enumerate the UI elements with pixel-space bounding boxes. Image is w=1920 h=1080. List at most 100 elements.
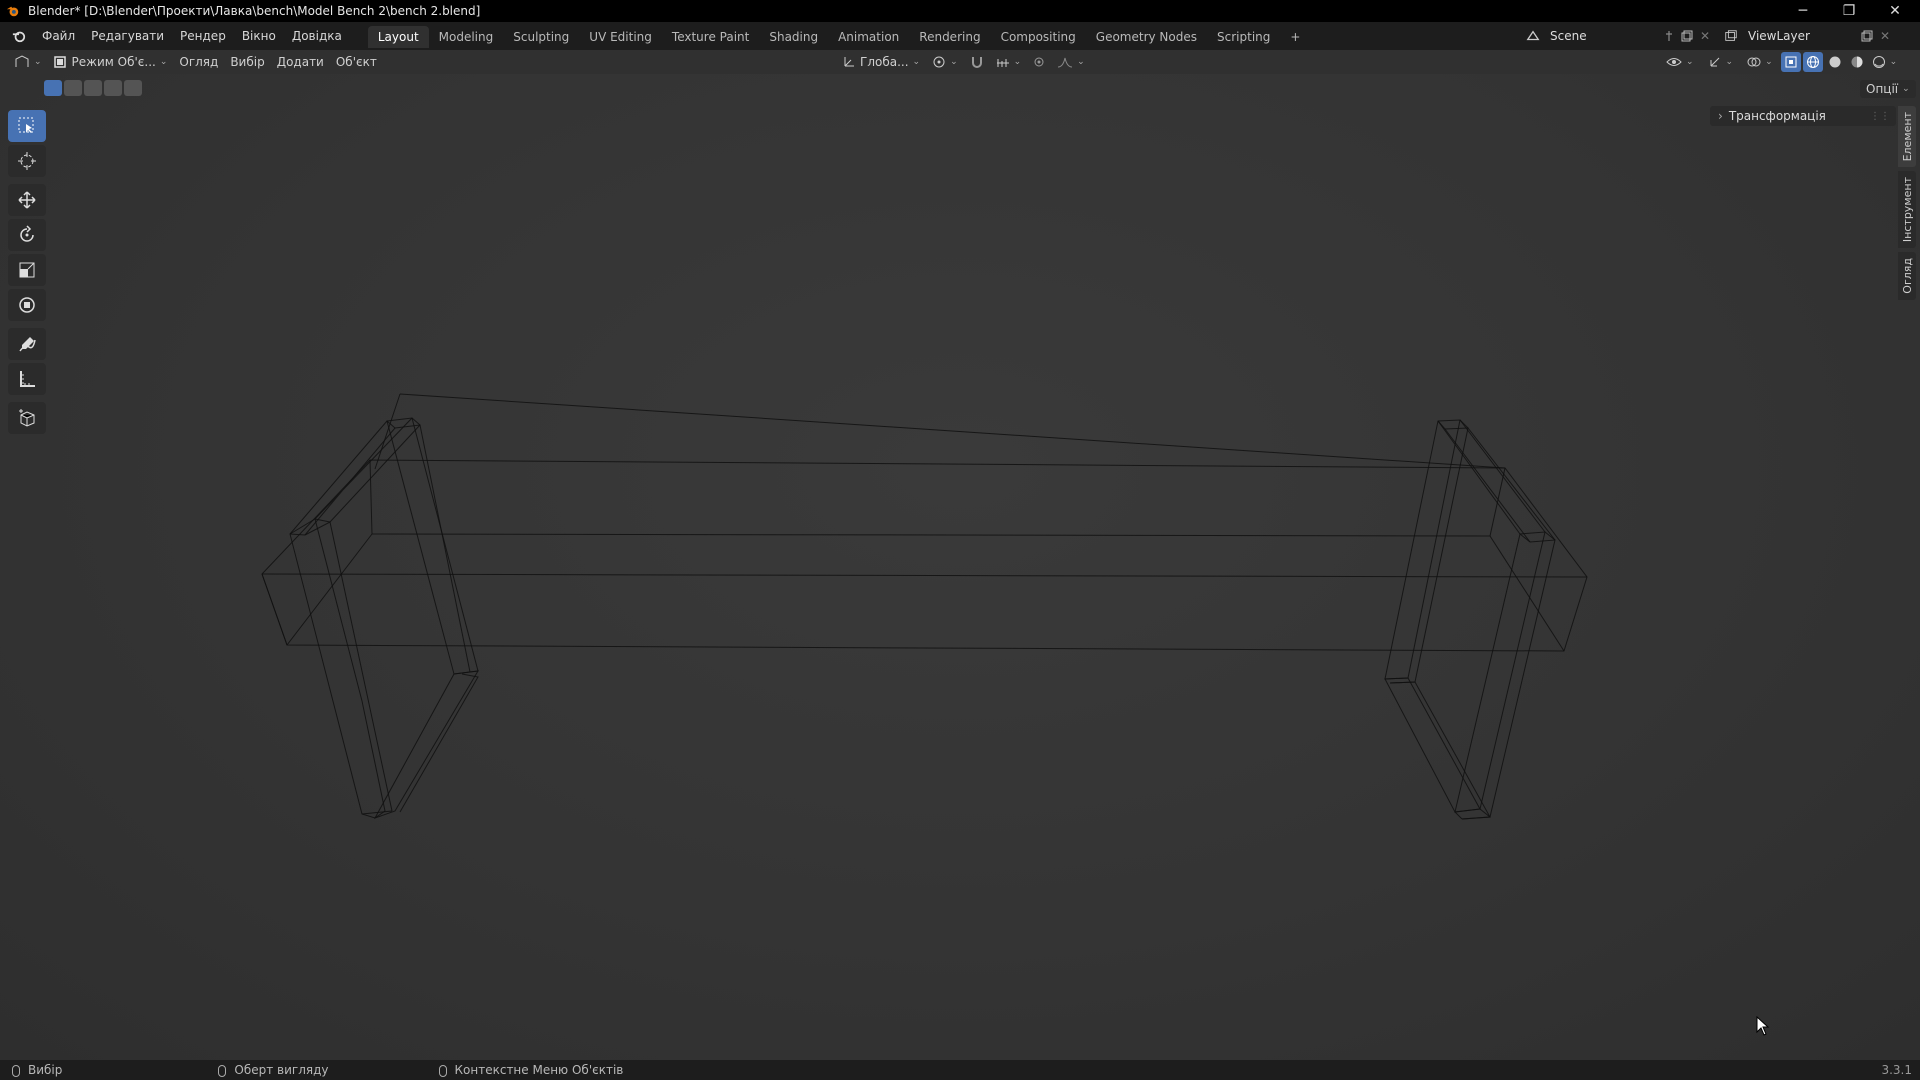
tab-modeling[interactable]: Modeling bbox=[429, 26, 504, 48]
shading-solid-button[interactable] bbox=[1825, 52, 1845, 72]
window-title: Blender* [D:\Blender\Проекти\Лавка\bench… bbox=[28, 4, 481, 18]
orientation-label: Глоба... bbox=[860, 55, 909, 69]
rendered-sphere-icon bbox=[1872, 56, 1885, 68]
overlays-toggle[interactable]: ⌄ bbox=[1741, 52, 1779, 72]
menu-edit[interactable]: Редагувати bbox=[83, 22, 172, 50]
chevron-right-icon: › bbox=[1718, 109, 1723, 123]
delete-scene-icon[interactable]: ✕ bbox=[1696, 27, 1714, 45]
tab-geometry-nodes[interactable]: Geometry Nodes bbox=[1086, 26, 1207, 48]
pivot-icon bbox=[933, 56, 945, 68]
menu-help[interactable]: Довідка bbox=[284, 22, 350, 50]
pivot-dropdown[interactable]: ⌄ bbox=[926, 52, 964, 72]
select-subtract-icon[interactable] bbox=[84, 80, 102, 96]
xray-toggle[interactable] bbox=[1780, 52, 1801, 72]
menu-render[interactable]: Рендер bbox=[172, 22, 234, 50]
tool-scale[interactable] bbox=[8, 254, 46, 286]
tool-shelf bbox=[8, 110, 50, 437]
solid-sphere-icon bbox=[1829, 56, 1841, 68]
overlay-icon bbox=[1747, 57, 1761, 67]
tool-annotate[interactable] bbox=[8, 328, 46, 360]
menu-view[interactable]: Огляд bbox=[173, 52, 224, 72]
tab-tool[interactable]: Інструмент bbox=[1898, 171, 1916, 249]
menu-object[interactable]: Об'єкт bbox=[330, 52, 383, 72]
options-label: Опції bbox=[1866, 82, 1899, 96]
blender-menu-icon[interactable] bbox=[10, 27, 28, 45]
tab-animation[interactable]: Animation bbox=[828, 26, 909, 48]
proportional-edit-icon bbox=[1034, 57, 1044, 67]
mode-dropdown[interactable]: Режим Об'є... ⌄ bbox=[48, 52, 174, 72]
minimize-icon: ─ bbox=[1798, 3, 1808, 19]
snap-toggle[interactable] bbox=[964, 52, 990, 72]
scale-icon bbox=[19, 262, 35, 278]
transform-icon bbox=[19, 297, 35, 313]
tool-add-cube[interactable] bbox=[8, 402, 46, 434]
tool-rotate[interactable] bbox=[8, 219, 46, 251]
bench-wireframe bbox=[261, 393, 1588, 820]
cursor-icon bbox=[18, 152, 36, 170]
scene-selector-icon[interactable] bbox=[1524, 27, 1542, 45]
tool-transform[interactable] bbox=[8, 289, 46, 321]
select-box-icon bbox=[18, 117, 34, 133]
shading-wireframe-button[interactable] bbox=[1802, 52, 1823, 72]
restore-icon: ❐ bbox=[1842, 3, 1856, 19]
shading-material-button[interactable] bbox=[1847, 52, 1867, 72]
viewport-header: ⌄ Режим Об'є... ⌄ Огляд Вибір Додати Об'є… bbox=[0, 50, 1920, 74]
menu-file[interactable]: Файл bbox=[34, 22, 83, 50]
tab-texture-paint[interactable]: Texture Paint bbox=[662, 26, 759, 48]
menu-select[interactable]: Вибір bbox=[224, 52, 270, 72]
editor-type-button[interactable]: ⌄ bbox=[8, 52, 48, 72]
gizmo-toggle[interactable]: ⌄ bbox=[1702, 52, 1740, 72]
wireframe-sphere-icon bbox=[1806, 56, 1819, 68]
status-select: Вибір bbox=[12, 1063, 62, 1077]
falloff-dropdown[interactable]: ⌄ bbox=[1051, 52, 1091, 72]
maximize-button[interactable]: ❐ bbox=[1826, 0, 1872, 22]
shading-rendered-button[interactable]: ⌄ bbox=[1869, 52, 1901, 72]
tab-scripting[interactable]: Scripting bbox=[1207, 26, 1280, 48]
tool-cursor[interactable] bbox=[8, 145, 46, 177]
3d-viewport[interactable]: Опції ⌄ bbox=[0, 74, 1920, 1060]
select-invert-icon[interactable] bbox=[104, 80, 122, 96]
transform-panel-header[interactable]: › Трансформація ⋮⋮ bbox=[1710, 106, 1896, 126]
minimize-button[interactable]: ─ bbox=[1780, 0, 1826, 22]
status-bar: Вибір Оберт вигляду Контекстне Меню Об'є… bbox=[0, 1060, 1920, 1080]
orientation-dropdown[interactable]: Глоба... ⌄ bbox=[836, 52, 926, 72]
mouse-left-icon bbox=[12, 1064, 20, 1077]
add-workspace-button[interactable]: + bbox=[1280, 26, 1310, 48]
delete-view-layer-icon[interactable]: ✕ bbox=[1876, 27, 1894, 45]
tool-move[interactable] bbox=[8, 184, 46, 216]
options-dropdown[interactable]: Опції ⌄ bbox=[1860, 80, 1916, 98]
tab-rendering[interactable]: Rendering bbox=[909, 26, 990, 48]
tab-layout[interactable]: Layout bbox=[367, 26, 429, 48]
new-scene-icon[interactable] bbox=[1678, 27, 1696, 45]
tool-measure[interactable] bbox=[8, 363, 46, 395]
tool-select-box[interactable] bbox=[8, 110, 46, 142]
tab-compositing[interactable]: Compositing bbox=[991, 26, 1086, 48]
mouse-middle-icon bbox=[218, 1064, 227, 1077]
tab-sculpting[interactable]: Sculpting bbox=[503, 26, 579, 48]
menu-add[interactable]: Додати bbox=[271, 52, 330, 72]
menu-window[interactable]: Вікно bbox=[234, 22, 284, 50]
select-extend-icon[interactable] bbox=[64, 80, 82, 96]
mouse-pointer-icon bbox=[1756, 1016, 1770, 1036]
scene-name-field[interactable]: Scene bbox=[1542, 26, 1660, 46]
drag-handle-icon[interactable]: ⋮⋮ bbox=[1870, 111, 1890, 122]
tab-shading[interactable]: Shading bbox=[759, 26, 828, 48]
close-button[interactable]: ✕ bbox=[1872, 0, 1918, 22]
tab-view[interactable]: Огляд bbox=[1898, 252, 1916, 301]
select-new-icon[interactable] bbox=[44, 80, 62, 96]
new-view-layer-icon[interactable] bbox=[1858, 27, 1876, 45]
material-sphere-icon bbox=[1851, 56, 1863, 68]
snap-target-dropdown[interactable]: ⌄ bbox=[990, 52, 1028, 72]
selection-mode-group bbox=[44, 80, 142, 96]
tab-uv-editing[interactable]: UV Editing bbox=[579, 26, 662, 48]
proportional-edit-toggle[interactable] bbox=[1027, 52, 1051, 72]
top-bar: Файл Редагувати Рендер Вікно Довідка Lay… bbox=[0, 22, 1920, 50]
sidebar-tabs: Елемент Інструмент Огляд bbox=[1898, 106, 1918, 304]
select-intersect-icon[interactable] bbox=[124, 80, 142, 96]
view-layer-name-field[interactable]: ViewLayer bbox=[1740, 26, 1858, 46]
rotate-icon bbox=[20, 225, 34, 242]
view-layer-selector-icon[interactable] bbox=[1722, 27, 1740, 45]
visibility-dropdown[interactable]: ⌄ bbox=[1660, 52, 1700, 72]
tab-item[interactable]: Елемент bbox=[1898, 106, 1916, 168]
pin-icon[interactable] bbox=[1660, 27, 1678, 45]
